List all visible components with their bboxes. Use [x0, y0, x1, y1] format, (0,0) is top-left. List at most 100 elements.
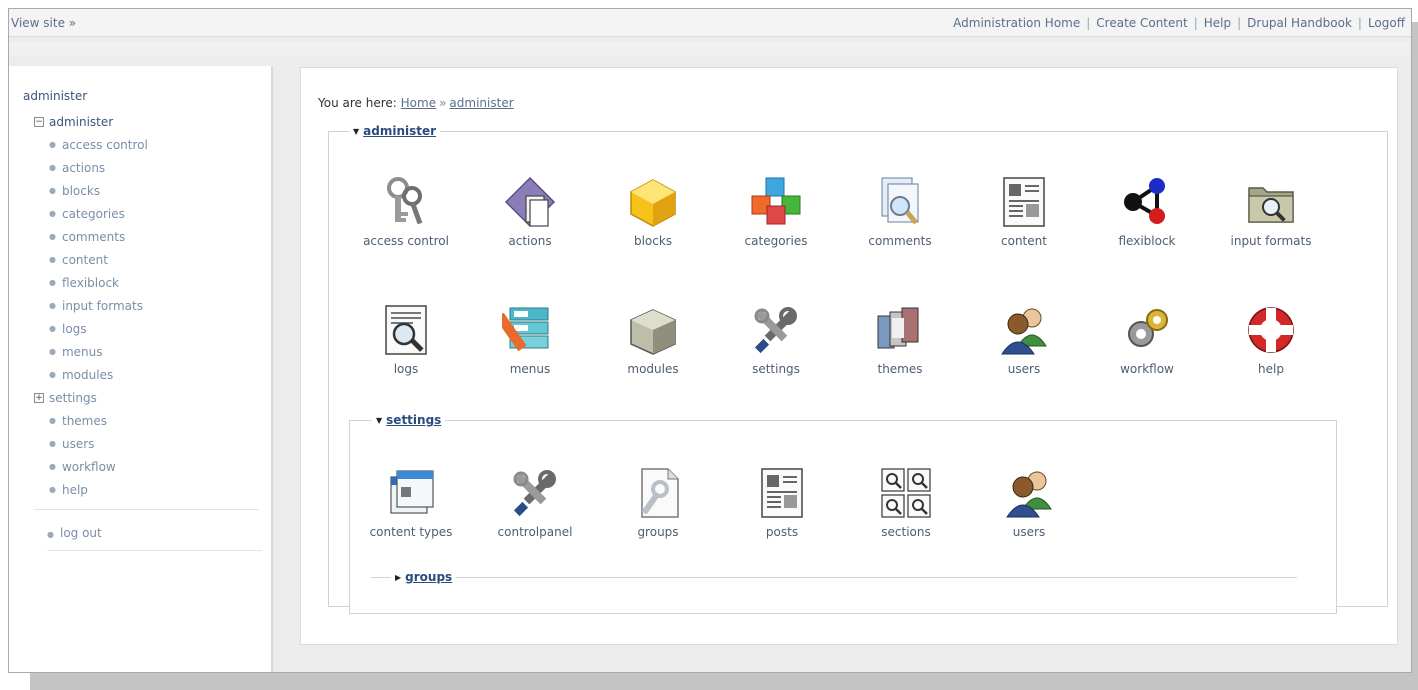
- modules-icon[interactable]: [625, 302, 681, 358]
- sidebar-item-themes[interactable]: ● themes: [34, 409, 259, 432]
- admin-item-label[interactable]: actions: [508, 234, 551, 249]
- admin-item-label[interactable]: menus: [510, 362, 551, 377]
- sidebar-item-label[interactable]: access control: [62, 138, 148, 152]
- content-icon[interactable]: [996, 174, 1052, 230]
- admin-item-controlpanel[interactable]: controlpanel: [485, 465, 585, 540]
- tree-root[interactable]: − administer: [34, 111, 259, 133]
- posts-icon[interactable]: [754, 465, 810, 521]
- collapse-icon[interactable]: −: [34, 117, 44, 127]
- sidebar-item-users[interactable]: ● users: [34, 432, 259, 455]
- admin-item-workflow[interactable]: workflow: [1097, 302, 1197, 377]
- actions-icon[interactable]: [502, 174, 558, 230]
- sidebar-item-blocks[interactable]: ● blocks: [34, 179, 259, 202]
- help-link[interactable]: Help: [1198, 16, 1237, 30]
- categories-icon[interactable]: [748, 174, 804, 230]
- sidebar-item-flexiblock[interactable]: ● flexiblock: [34, 271, 259, 294]
- admin-item-flexiblock[interactable]: flexiblock: [1097, 174, 1197, 249]
- administration-home-link[interactable]: Administration Home: [947, 16, 1086, 30]
- admin-item-users[interactable]: users: [979, 465, 1079, 540]
- sidebar-item-label[interactable]: settings: [49, 391, 97, 405]
- sidebar-item-modules[interactable]: ● modules: [34, 363, 259, 386]
- admin-item-label[interactable]: settings: [752, 362, 800, 377]
- sidebar-item-label[interactable]: comments: [62, 230, 125, 244]
- admin-item-label[interactable]: flexiblock: [1118, 234, 1175, 249]
- sidebar-item-help[interactable]: ● help: [34, 478, 259, 501]
- admin-item-categories[interactable]: categories: [726, 174, 826, 249]
- sidebar-item-actions[interactable]: ● actions: [34, 156, 259, 179]
- sidebar-item-settings[interactable]: + settings: [34, 386, 259, 409]
- admin-item-posts[interactable]: posts: [732, 465, 832, 540]
- sidebar-item-logs[interactable]: ● logs: [34, 317, 259, 340]
- settings-icon[interactable]: [748, 302, 804, 358]
- keys-icon[interactable]: [378, 174, 434, 230]
- content-types-icon[interactable]: [383, 465, 439, 521]
- menus-icon[interactable]: [502, 302, 558, 358]
- sidebar-item-label[interactable]: users: [62, 437, 94, 451]
- tree-root-label[interactable]: administer: [49, 115, 113, 129]
- breadcrumb-current-link[interactable]: administer: [449, 96, 513, 110]
- admin-item-content-types[interactable]: content types: [361, 465, 461, 540]
- sidebar-item-input-formats[interactable]: ● input formats: [34, 294, 259, 317]
- admin-item-label[interactable]: categories: [745, 234, 808, 249]
- sidebar-item-workflow[interactable]: ● workflow: [34, 455, 259, 478]
- sidebar-item-categories[interactable]: ● categories: [34, 202, 259, 225]
- sidebar-item-label[interactable]: input formats: [62, 299, 143, 313]
- admin-item-sections[interactable]: sections: [856, 465, 956, 540]
- sidebar-item-log-out[interactable]: ● log out: [47, 526, 262, 551]
- sidebar-item-menus[interactable]: ● menus: [34, 340, 259, 363]
- admin-item-label[interactable]: users: [1008, 362, 1040, 377]
- sidebar-item-label[interactable]: help: [62, 483, 88, 497]
- sidebar-item-label[interactable]: blocks: [62, 184, 100, 198]
- flexiblock-icon[interactable]: [1119, 174, 1175, 230]
- admin-item-users[interactable]: users: [974, 302, 1074, 377]
- sidebar-item-label[interactable]: log out: [60, 526, 102, 540]
- groups-icon[interactable]: [630, 465, 686, 521]
- admin-item-menus[interactable]: menus: [480, 302, 580, 377]
- comments-icon[interactable]: [872, 174, 928, 230]
- logs-icon[interactable]: [378, 302, 434, 358]
- admin-item-label[interactable]: themes: [877, 362, 922, 377]
- admin-item-label[interactable]: sections: [881, 525, 930, 540]
- logoff-link[interactable]: Logoff: [1362, 16, 1411, 30]
- admin-item-content[interactable]: content: [974, 174, 1074, 249]
- admin-item-label[interactable]: groups: [637, 525, 678, 540]
- admin-item-label[interactable]: content: [1001, 234, 1047, 249]
- sidebar-item-comments[interactable]: ● comments: [34, 225, 259, 248]
- admin-item-themes[interactable]: themes: [850, 302, 950, 377]
- admin-item-logs[interactable]: logs: [356, 302, 456, 377]
- sidebar-item-label[interactable]: themes: [62, 414, 107, 428]
- admin-item-label[interactable]: workflow: [1120, 362, 1174, 377]
- blocks-icon[interactable]: [625, 174, 681, 230]
- breadcrumb-home-link[interactable]: Home: [401, 96, 436, 110]
- controlpanel-icon[interactable]: [507, 465, 563, 521]
- workflow-icon[interactable]: [1119, 302, 1175, 358]
- expand-icon[interactable]: +: [34, 392, 44, 403]
- admin-item-comments[interactable]: comments: [850, 174, 950, 249]
- admin-item-label[interactable]: access control: [363, 234, 449, 249]
- admin-item-label[interactable]: input formats: [1231, 234, 1312, 249]
- sidebar-item-access-control[interactable]: ● access control: [34, 133, 259, 156]
- input-formats-icon[interactable]: [1243, 174, 1299, 230]
- sidebar-item-label[interactable]: workflow: [62, 460, 116, 474]
- sidebar-item-label[interactable]: flexiblock: [62, 276, 119, 290]
- sections-icon[interactable]: [878, 465, 934, 521]
- admin-item-help[interactable]: help: [1221, 302, 1321, 377]
- admin-item-label[interactable]: modules: [627, 362, 678, 377]
- drupal-handbook-link[interactable]: Drupal Handbook: [1241, 16, 1358, 30]
- admin-item-blocks[interactable]: blocks: [603, 174, 703, 249]
- admin-item-label[interactable]: posts: [766, 525, 798, 540]
- administer-legend[interactable]: ▼ administer: [349, 124, 441, 138]
- settings-legend[interactable]: ▼ settings: [372, 413, 446, 427]
- sidebar-item-label[interactable]: categories: [62, 207, 125, 221]
- view-site-link[interactable]: View site »: [11, 16, 76, 30]
- admin-item-modules[interactable]: modules: [603, 302, 703, 377]
- users-icon[interactable]: [1001, 465, 1057, 521]
- admin-item-label[interactable]: content types: [370, 525, 453, 540]
- create-content-link[interactable]: Create Content: [1090, 16, 1193, 30]
- admin-item-label[interactable]: help: [1258, 362, 1284, 377]
- admin-item-label[interactable]: comments: [868, 234, 931, 249]
- admin-item-label[interactable]: controlpanel: [498, 525, 573, 540]
- sidebar-item-label[interactable]: modules: [62, 368, 113, 382]
- sidebar-item-label[interactable]: content: [62, 253, 108, 267]
- groups-legend[interactable]: ▶ groups: [391, 570, 457, 584]
